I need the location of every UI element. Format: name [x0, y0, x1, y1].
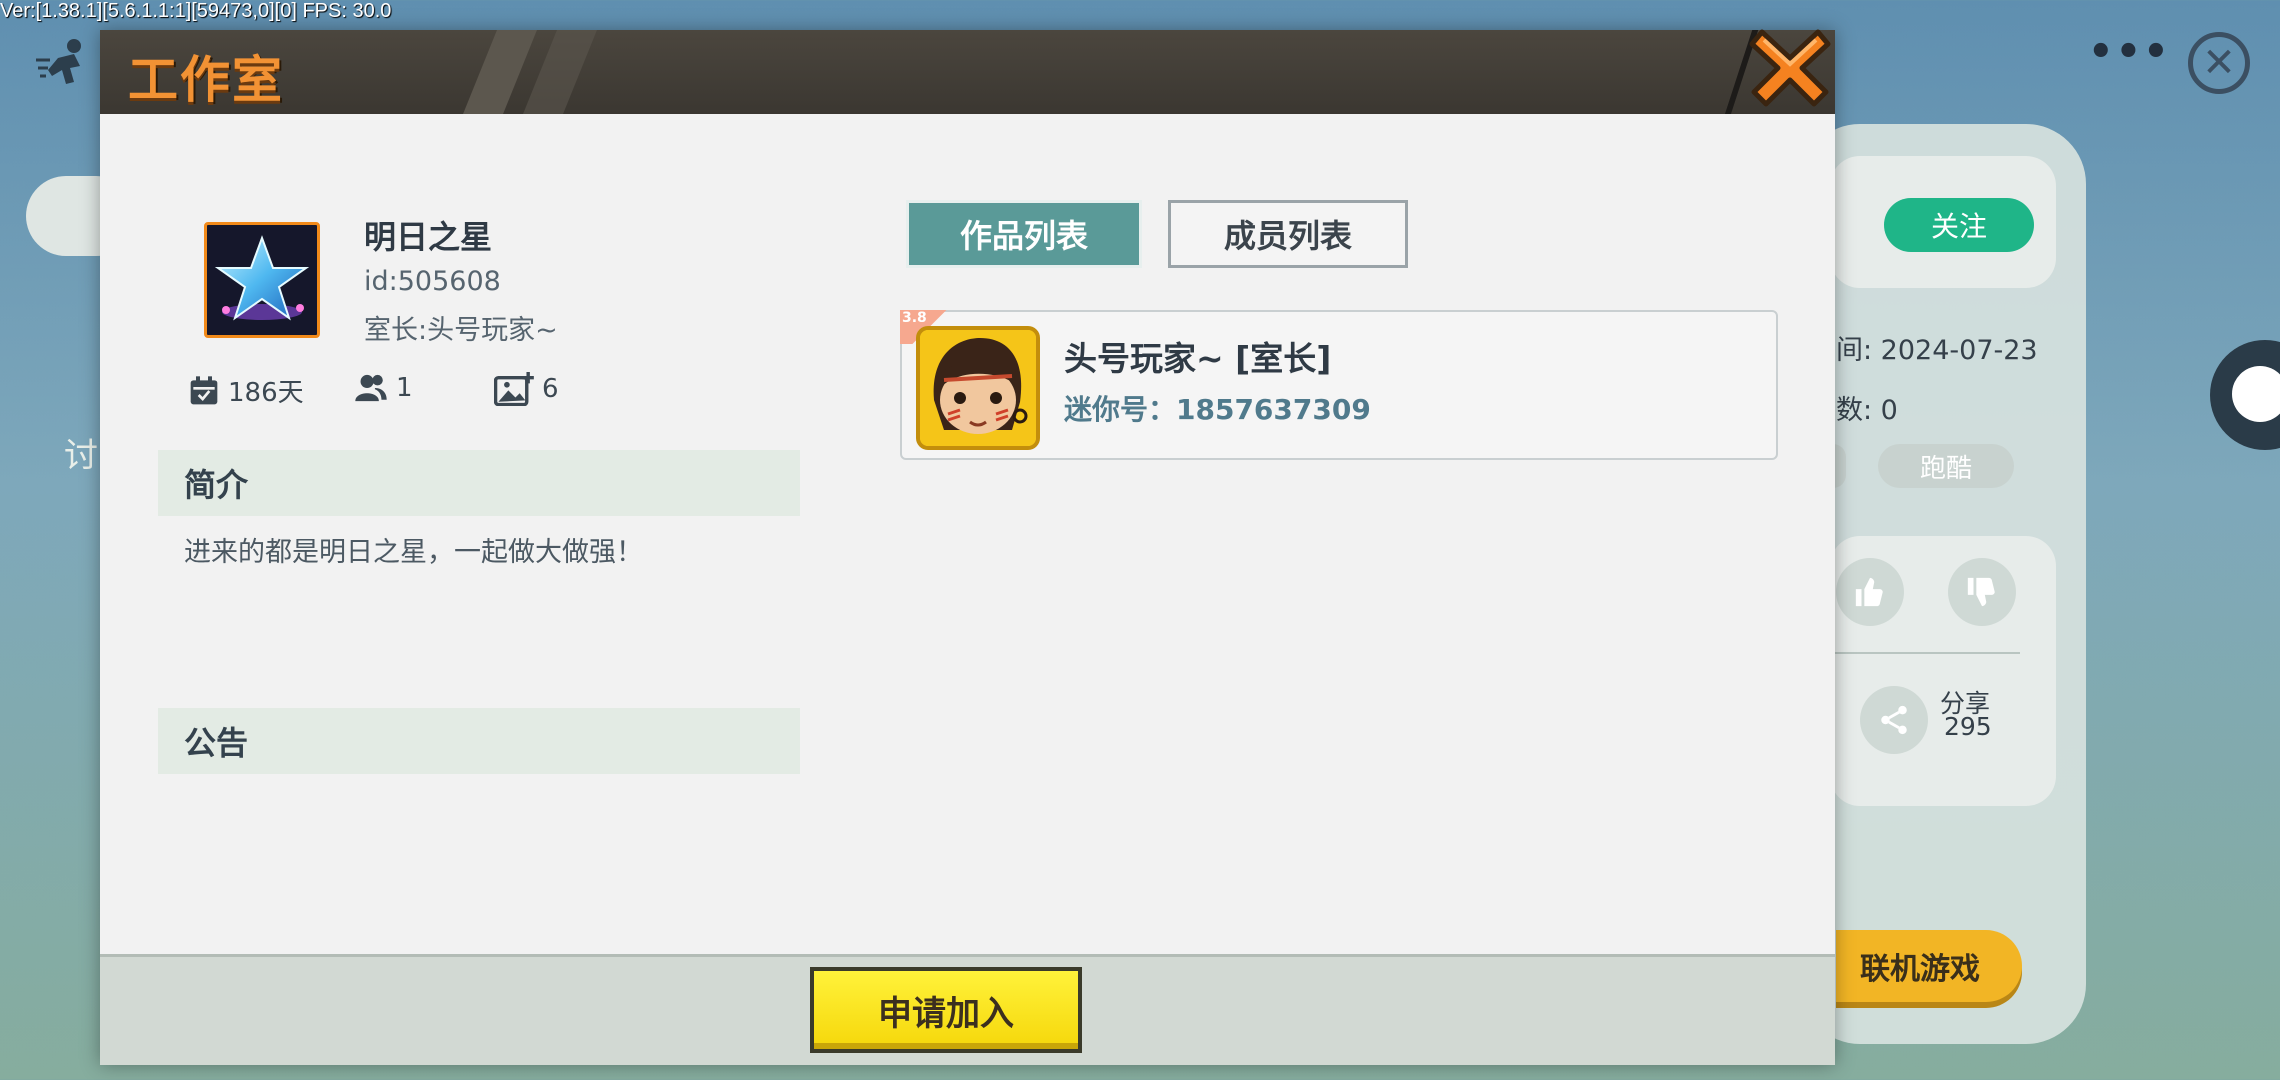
- close-icon[interactable]: [1748, 24, 1832, 108]
- background-tag[interactable]: 跑酷: [1878, 444, 2014, 488]
- notice-heading: 公告: [158, 708, 800, 774]
- intro-text: 进来的都是明日之星，一起做大做强！: [184, 537, 643, 568]
- thumbs-up-icon[interactable]: [1836, 558, 1904, 626]
- share-icon[interactable]: [1860, 686, 1928, 754]
- member-mini-id: 迷你号：1857637309: [1064, 393, 1371, 426]
- close-circle-icon[interactable]: ✕: [2188, 32, 2250, 94]
- background-text: 讨: [64, 436, 98, 476]
- image-add-icon: [494, 372, 534, 406]
- thumbs-down-icon[interactable]: [1948, 558, 2016, 626]
- background-count: 数: 0: [1836, 395, 1898, 426]
- stat-days-value: 186天: [228, 378, 304, 408]
- star-icon: [214, 235, 310, 321]
- studio-dialog: 工作室 明日之星 id:505608 室长:头号玩家~ 186天 1 6 简介 …: [100, 29, 1835, 1065]
- header-decoration: [523, 30, 597, 114]
- members-icon: [355, 374, 387, 402]
- floating-ball[interactable]: [2210, 340, 2280, 450]
- studio-name: 明日之星: [364, 218, 493, 256]
- studio-owner: 室长:头号玩家~: [364, 315, 558, 346]
- dialog-header: 工作室: [100, 30, 1835, 114]
- multiplayer-button[interactable]: 联机游戏: [1836, 930, 2022, 1002]
- more-icon[interactable]: •••: [2088, 32, 2171, 72]
- stat-members: 1: [354, 372, 413, 404]
- character-avatar-icon: [920, 330, 1036, 446]
- debug-info: Ver:[1.38.1][5.6.1.1:1][59473,0][0] FPS:…: [0, 0, 392, 22]
- dialog-footer: 申请加入: [100, 954, 1835, 1065]
- share-count: 295: [1944, 712, 1992, 741]
- dialog-title: 工作室: [128, 51, 284, 109]
- runner-icon[interactable]: [34, 36, 94, 92]
- stat-members-value: 1: [396, 373, 413, 403]
- apply-join-button[interactable]: 申请加入: [810, 967, 1082, 1053]
- member-name: 头号玩家~ [室长]: [1064, 339, 1332, 378]
- calendar-icon: [190, 375, 218, 404]
- header-decoration: [463, 30, 537, 114]
- stat-works-value: 6: [542, 374, 559, 404]
- follow-button[interactable]: 关注: [1884, 198, 2034, 252]
- tab-members-list[interactable]: 成员列表: [1168, 200, 1408, 268]
- background-date: 间: 2024-07-23: [1836, 335, 2038, 366]
- dialog-body: 明日之星 id:505608 室长:头号玩家~ 186天 1 6 简介 进来的都…: [100, 114, 1835, 984]
- stat-days: 186天: [188, 372, 304, 409]
- tab-works-list[interactable]: 作品列表: [906, 200, 1142, 268]
- member-card[interactable]: 3.8 头号玩家~ [室长] 迷你号：1857637309: [900, 310, 1778, 460]
- studio-avatar: [204, 222, 320, 338]
- studio-id: id:505608: [364, 266, 501, 297]
- intro-heading: 简介: [158, 450, 800, 516]
- background-divider: [1830, 652, 2020, 654]
- stat-works: 6: [494, 372, 559, 406]
- member-avatar: [916, 326, 1040, 450]
